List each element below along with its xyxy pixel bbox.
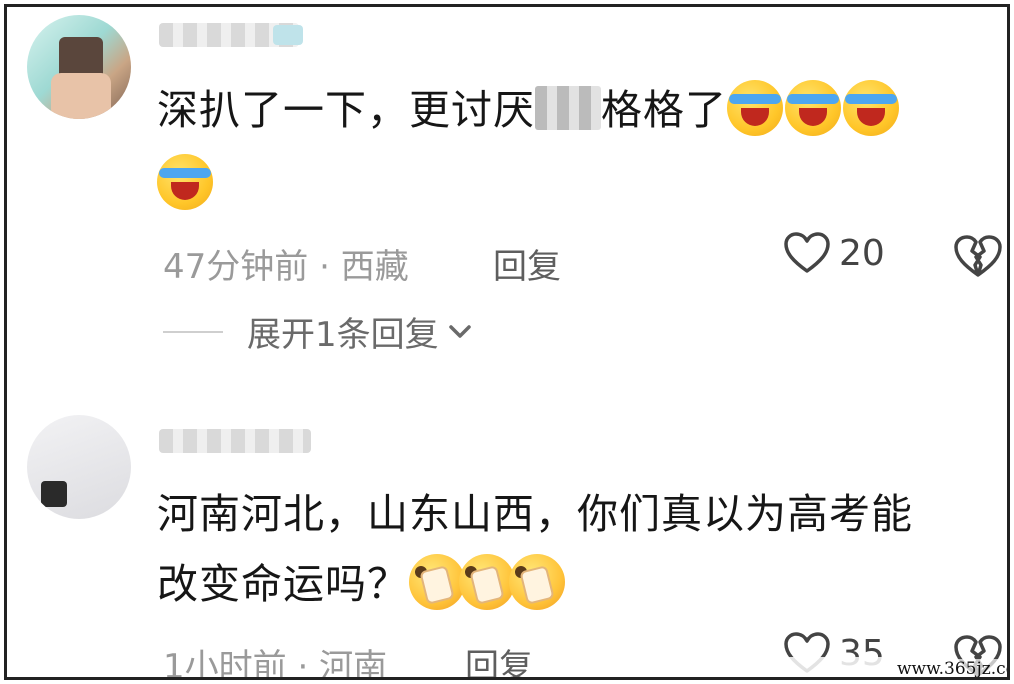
reply-button[interactable]: 回复 [465, 639, 533, 677]
comment-text-line2: 改变命运吗？ [157, 547, 565, 621]
location: 河南 [319, 647, 388, 680]
username-blurred[interactable] [159, 429, 311, 453]
facepalm-emoji-icon [509, 554, 565, 610]
heart-outline-icon [784, 232, 830, 273]
censored-name [535, 86, 601, 130]
comment-meta: 1小时前 · 河南 [163, 639, 388, 680]
avatar[interactable] [27, 415, 131, 519]
divider [163, 330, 223, 333]
avatar[interactable] [27, 15, 131, 119]
rofl-emoji-icon [157, 154, 213, 210]
watermark-backdrop [789, 657, 889, 677]
rofl-emoji-icon [785, 80, 841, 136]
comment-text: 河南河北，山东山西，你们真以为高考能 [157, 490, 913, 538]
rofl-emoji-icon [727, 80, 783, 136]
facepalm-emoji-icon [459, 554, 515, 610]
separator: · [319, 247, 330, 287]
comment-meta: 47分钟前 · 西藏 [163, 239, 409, 288]
rofl-emoji-icon [843, 80, 899, 136]
comment-text: 深扒了一下，更讨厌 格格了 [157, 73, 901, 147]
separator: · [297, 647, 309, 680]
location: 西藏 [340, 247, 409, 287]
reply-button[interactable]: 回复 [493, 239, 561, 288]
chevron-down-icon [448, 324, 471, 338]
comment-panel: 深扒了一下，更讨厌 格格了 47分钟前 · 西藏 回复 20 展开1条回复 河南河… [4, 4, 1010, 680]
timestamp: 47分钟前 [163, 247, 309, 287]
comment-text-line2 [157, 147, 215, 221]
broken-heart-icon [954, 235, 1002, 277]
like-count: 20 [839, 232, 885, 274]
timestamp: 1小时前 [163, 647, 287, 680]
expand-replies-button[interactable]: 展开1条回复 [163, 307, 473, 356]
like-button[interactable]: 20 [783, 231, 885, 275]
username-blurred[interactable] [159, 23, 303, 47]
dislike-button[interactable] [953, 233, 1003, 283]
watermark: www.365jz.com [895, 659, 1007, 677]
expand-replies-label: 展开1条回复 [247, 315, 439, 355]
facepalm-emoji-icon [409, 554, 465, 610]
